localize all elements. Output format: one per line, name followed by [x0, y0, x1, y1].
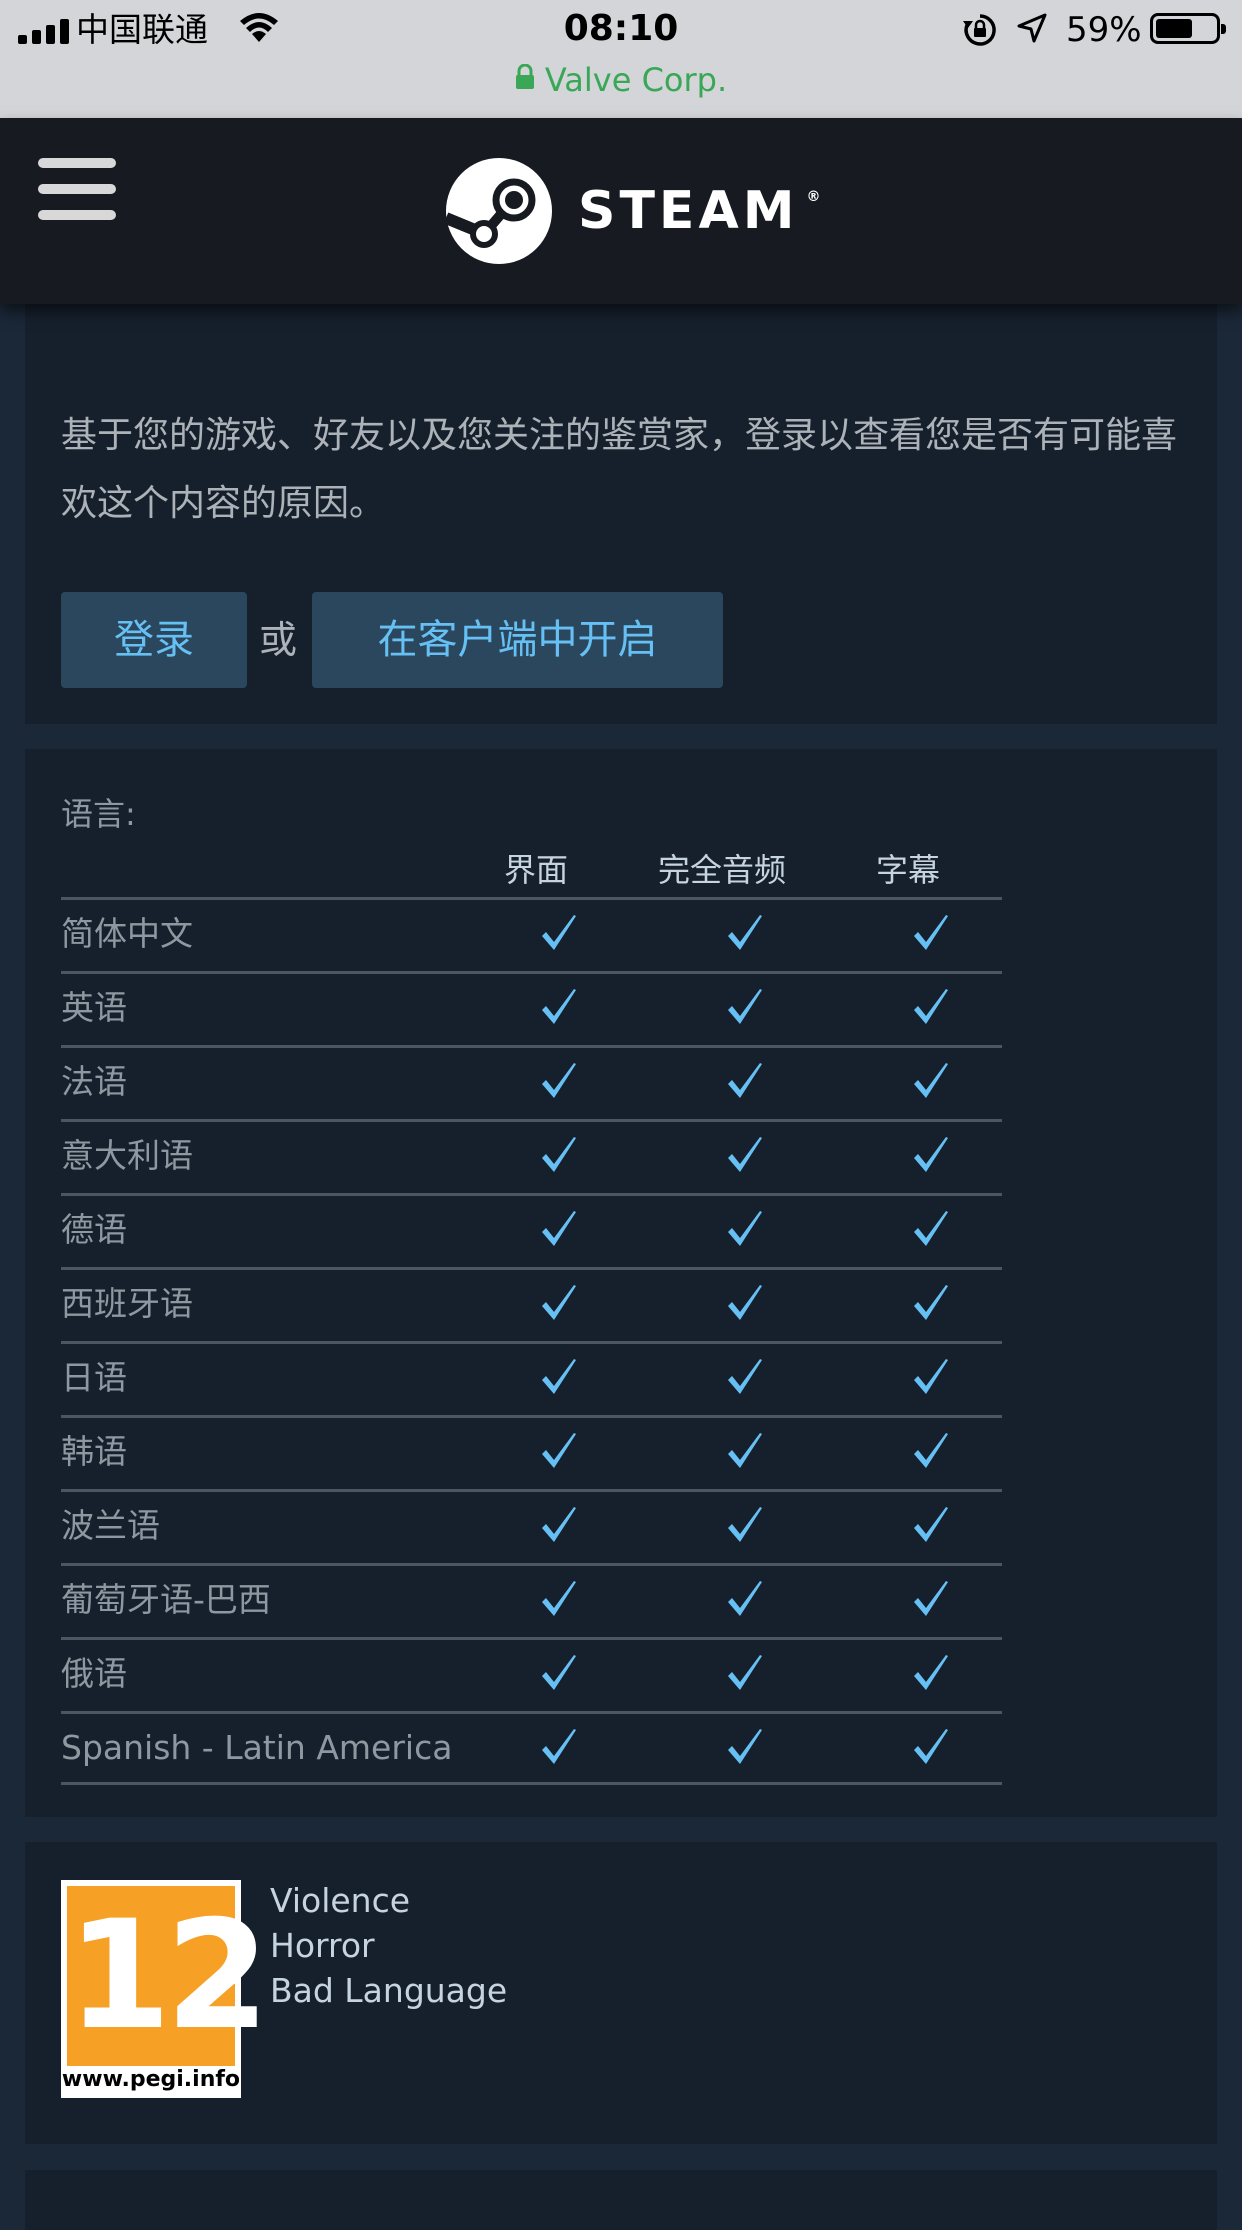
checkmark-icon [722, 1428, 770, 1476]
open-in-client-button[interactable]: 在客户端中开启 [312, 592, 723, 688]
language-row: 葡萄牙语-巴西 [61, 1563, 1002, 1637]
checkmark-icon [908, 1058, 956, 1106]
language-name: 葡萄牙语-巴西 [61, 1580, 271, 1619]
lock-icon [515, 57, 535, 101]
checkmark-icon [722, 1650, 770, 1698]
pegi-tm: TM [222, 1973, 237, 1987]
battery-icon [1150, 13, 1226, 44]
menu-icon[interactable] [38, 158, 116, 222]
language-name: Spanish - Latin America [61, 1728, 453, 1767]
language-name: 俄语 [61, 1654, 127, 1693]
column-full-audio: 完全音频 [657, 851, 786, 889]
checkmark-icon [908, 984, 956, 1032]
checkmark-icon [908, 1502, 956, 1550]
language-row: 德语 [61, 1193, 1002, 1267]
checkmark-icon [722, 910, 770, 958]
battery-percent: 59% [1066, 10, 1142, 50]
descriptor-bad-language: Bad Language [270, 1971, 508, 2010]
or-text: 或 [259, 618, 298, 662]
checkmark-icon [536, 1354, 584, 1402]
column-interface: 界面 [503, 851, 568, 889]
checkmark-icon [536, 1502, 584, 1550]
next-panel [25, 2170, 1217, 2230]
language-name: 英语 [61, 988, 127, 1027]
checkmark-icon [908, 910, 956, 958]
steam-wordmark: STEAM ® [578, 181, 821, 241]
language-row: 波兰语 [61, 1489, 1002, 1563]
url-bar[interactable]: Valve Corp. [0, 58, 1242, 102]
status-bar: 中国联通 08:10 59% Valve Corp. [0, 0, 1242, 118]
url-text: Valve Corp. [544, 61, 728, 99]
checkmark-icon [908, 1724, 956, 1772]
checkmark-icon [908, 1428, 956, 1476]
language-name: 简体中文 [61, 914, 193, 953]
checkmark-icon [908, 1132, 956, 1180]
checkmark-icon [722, 1502, 770, 1550]
language-name: 德语 [61, 1210, 127, 1249]
checkmark-icon [908, 1206, 956, 1254]
rating-panel: 12 TM www.pegi.info Violence Horror Bad L… [25, 1842, 1217, 2144]
checkmark-icon [722, 1132, 770, 1180]
steam-header: STEAM ® [0, 118, 1242, 304]
language-row: 俄语 [61, 1637, 1002, 1711]
pegi-number: 12 [67, 1889, 270, 2063]
clock-time: 08:10 [563, 8, 679, 49]
column-subtitles: 字幕 [875, 851, 940, 889]
location-arrow-icon [1016, 12, 1048, 48]
language-row: 意大利语 [61, 1119, 1002, 1193]
checkmark-icon [722, 1280, 770, 1328]
checkmark-icon [536, 1724, 584, 1772]
checkmark-icon [722, 1058, 770, 1106]
language-name: 意大利语 [61, 1136, 193, 1175]
checkmark-icon [722, 1576, 770, 1624]
language-name: 西班牙语 [61, 1284, 193, 1323]
checkmark-icon [536, 910, 584, 958]
checkmark-icon [536, 1280, 584, 1328]
checkmark-icon [908, 1354, 956, 1402]
checkmark-icon [536, 1428, 584, 1476]
checkmark-icon [536, 984, 584, 1032]
steam-logo-icon [446, 158, 552, 264]
checkmark-icon [536, 1206, 584, 1254]
pegi-rating-badge: 12 TM www.pegi.info [61, 1880, 270, 2098]
checkmark-icon [908, 1576, 956, 1624]
language-row: 法语 [61, 1045, 1002, 1119]
steam-logo[interactable]: STEAM ® [446, 158, 821, 264]
language-row: 韩语 [61, 1415, 1002, 1489]
languages-panel: 语言: 界面 完全音频 字幕 简体中文英语法语意大利语德语西班牙语日语韩语波兰语… [25, 749, 1217, 1817]
descriptor-violence: Violence [270, 1881, 411, 1920]
checkmark-icon [536, 1058, 584, 1106]
language-row: Spanish - Latin America [61, 1711, 1002, 1785]
login-button[interactable]: 登录 [61, 592, 247, 688]
checkmark-icon [908, 1280, 956, 1328]
rotation-lock-icon [962, 12, 998, 52]
languages-title: 语言: [61, 795, 136, 833]
login-panel: 基于您的游戏、好友以及您关注的鉴赏家，登录以查看您是否有可能喜欢这个内容的原因。… [25, 304, 1217, 724]
language-name: 韩语 [61, 1432, 127, 1471]
checkmark-icon [536, 1650, 584, 1698]
language-name: 法语 [61, 1062, 127, 1101]
language-row: 西班牙语 [61, 1267, 1002, 1341]
descriptor-horror: Horror [270, 1926, 375, 1965]
language-row: 简体中文 [61, 897, 1002, 971]
language-row: 日语 [61, 1341, 1002, 1415]
language-row: 英语 [61, 971, 1002, 1045]
checkmark-icon [722, 1206, 770, 1254]
checkmark-icon [722, 1354, 770, 1402]
checkmark-icon [536, 1576, 584, 1624]
content-descriptors: Violence Horror Bad Language [270, 1878, 507, 2013]
checkmark-icon [908, 1650, 956, 1698]
languages-table: 简体中文英语法语意大利语德语西班牙语日语韩语波兰语葡萄牙语-巴西 俄语 Spanis… [61, 897, 1002, 1785]
checkmark-icon [536, 1132, 584, 1180]
checkmark-icon [722, 1724, 770, 1772]
checkmark-icon [722, 984, 770, 1032]
language-name: 日语 [61, 1358, 127, 1397]
language-name: 波兰语 [61, 1506, 160, 1545]
pegi-website: www.pegi.info [61, 2067, 241, 2092]
login-description: 基于您的游戏、好友以及您关注的鉴赏家，登录以查看您是否有可能喜欢这个内容的原因。 [61, 415, 1178, 524]
